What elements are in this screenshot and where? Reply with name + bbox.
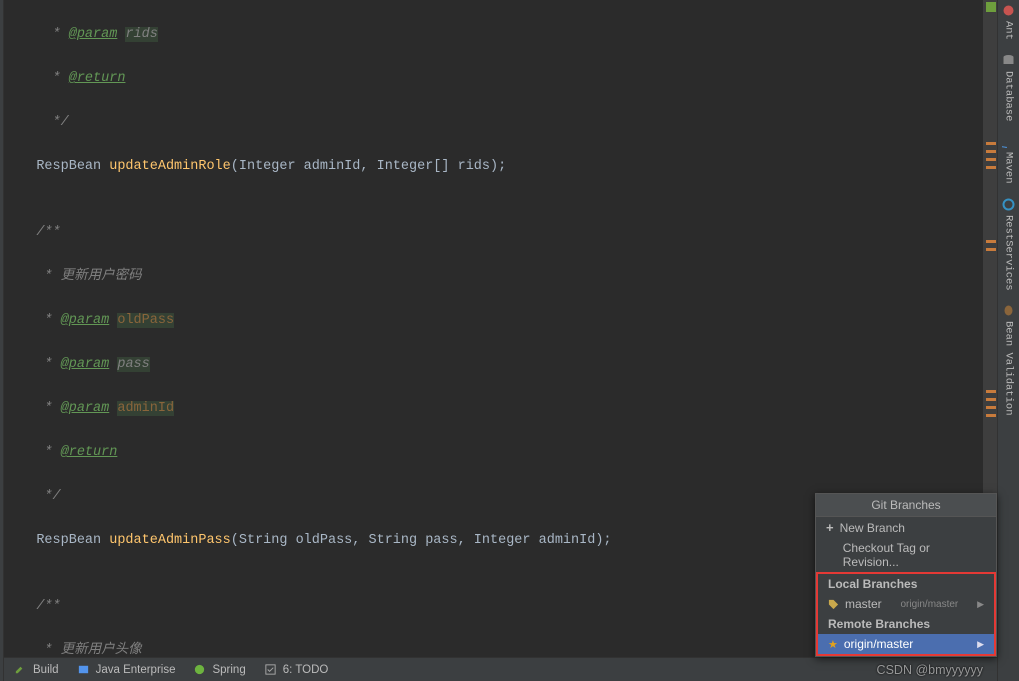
new-branch-item[interactable]: + New Branch [816,517,996,538]
chevron-right-icon: ▶ [977,599,984,610]
warning-marker[interactable] [986,390,996,393]
warning-marker[interactable] [986,142,996,145]
method-name: updateAdminRole [109,159,231,174]
local-branch-name: master [845,597,882,611]
checkout-label: Checkout Tag or Revision... [843,541,986,569]
doc-prefix: * [44,71,68,86]
doc-tag-return: @return [69,71,126,86]
doc-prefix: * [36,445,60,460]
doc-start: /** [36,225,60,240]
doc-prefix: * [44,27,68,42]
spring-label: Spring [212,664,245,676]
todo-icon [264,663,277,676]
doc-prefix: * [36,313,60,328]
highlighted-section: Local Branches master origin/master ▶ Re… [816,572,996,656]
return-type: RespBean [36,159,109,174]
bean-validation-tool-button[interactable]: Bean Validation [1002,304,1015,416]
bean-label: Bean Validation [1003,321,1015,416]
git-branches-popup: Git Branches + New Branch Checkout Tag o… [815,493,997,657]
doc-param-name: rids [125,27,157,42]
maven-label: Maven [1003,152,1015,184]
bean-icon [1002,304,1015,317]
tracking-branch: origin/master [900,599,958,610]
method-params: (String oldPass, String pass, Integer ad… [231,533,612,548]
analysis-status-icon[interactable] [986,2,996,12]
chevron-right-icon: ▶ [977,639,984,650]
doc-prefix: * [36,401,60,416]
warning-marker[interactable] [986,166,996,169]
remote-branches-header: Remote Branches [818,614,994,634]
warning-marker[interactable] [986,240,996,243]
hammer-icon [14,663,27,676]
right-tool-stripe: Ant Database m Maven RestServices Bean V… [997,0,1019,681]
warning-marker[interactable] [986,398,996,401]
ant-label: Ant [1003,21,1015,40]
spring-icon [193,663,206,676]
method-name: updateAdminPass [109,533,231,548]
doc-desc: * 更新用户密码 [36,269,141,284]
checkout-tag-item[interactable]: Checkout Tag or Revision... [816,538,996,572]
build-label: Build [33,664,59,676]
doc-param-name: pass [117,357,149,372]
remote-branch-item[interactable]: ★ origin/master ▶ [818,634,994,654]
doc-tag-param: @param [61,357,110,372]
rest-services-tool-button[interactable]: RestServices [1002,198,1015,291]
database-tool-button[interactable]: Database [1002,54,1015,121]
tag-icon [828,599,839,610]
warning-marker[interactable] [986,406,996,409]
return-type: RespBean [36,533,109,548]
warning-marker[interactable] [986,150,996,153]
doc-tag-param: @param [61,401,110,416]
doc-end: */ [44,115,68,130]
doc-param-name: oldPass [117,313,174,328]
local-branches-header: Local Branches [818,574,994,594]
database-icon [1002,54,1015,67]
maven-icon: m [1002,135,1015,148]
doc-prefix: * [36,357,60,372]
doc-desc: * 更新用户头像 [36,643,141,657]
star-icon: ★ [828,638,838,651]
bottom-tool-bar: Build Java Enterprise Spring 6: TODO [4,657,997,681]
database-label: Database [1003,71,1015,121]
warning-marker[interactable] [986,248,996,251]
rest-icon [1002,198,1015,211]
svg-text:m: m [1002,145,1009,148]
rest-label: RestServices [1003,215,1015,291]
method-params: (Integer adminId, Integer[] rids); [231,159,506,174]
todo-label: 6: TODO [283,664,329,676]
ant-tool-button[interactable]: Ant [1002,4,1015,40]
java-ee-tool-button[interactable]: Java Enterprise [77,663,176,676]
new-branch-label: New Branch [840,521,905,535]
doc-tag-param: @param [61,313,110,328]
java-ee-icon [77,663,90,676]
doc-end: */ [36,489,60,504]
doc-start: /** [36,599,60,614]
local-branch-item[interactable]: master origin/master ▶ [818,594,994,614]
plus-icon: + [826,520,834,535]
java-ee-label: Java Enterprise [96,664,176,676]
spring-tool-button[interactable]: Spring [193,663,245,676]
doc-tag-param: @param [69,27,118,42]
popup-title: Git Branches [816,494,996,517]
ant-icon [1002,4,1015,17]
maven-tool-button[interactable]: m Maven [1002,135,1015,184]
warning-marker[interactable] [986,158,996,161]
remote-branch-name: origin/master [844,637,913,651]
doc-tag-return: @return [61,445,118,460]
warning-marker[interactable] [986,414,996,417]
build-tool-button[interactable]: Build [14,663,59,676]
doc-param-name: adminId [117,401,174,416]
todo-tool-button[interactable]: 6: TODO [264,663,329,676]
